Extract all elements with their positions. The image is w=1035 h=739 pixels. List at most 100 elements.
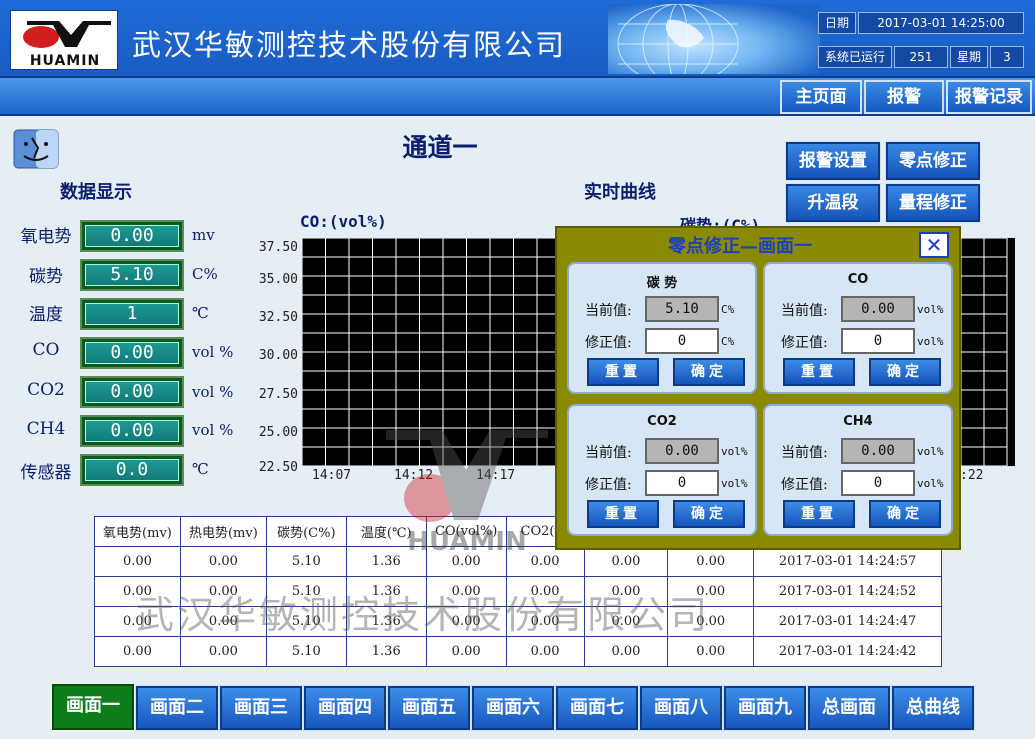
zero-correction-dialog: 零点修正—画面一 ✕ 碳 势 当前值: 5.10 C% 修正值: 0 C% 重置… — [555, 226, 961, 550]
tab-overview[interactable]: 总画面 — [807, 685, 891, 731]
current-value: 0.00 — [841, 438, 915, 464]
tab-all-curves[interactable]: 总曲线 — [891, 685, 975, 731]
weekday-label: 星期 — [950, 46, 988, 68]
panel-title: 碳 势 — [646, 276, 678, 291]
dialog-close-button[interactable]: ✕ — [919, 232, 949, 258]
reset-button[interactable]: 重置 — [587, 500, 659, 528]
confirm-button[interactable]: 确定 — [673, 500, 745, 528]
param-box-co2: 0.00 — [80, 376, 184, 408]
alarm-settings-button[interactable]: 报警设置 — [785, 141, 881, 181]
unit-label: vol% — [917, 477, 944, 490]
reset-button[interactable]: 重置 — [783, 500, 855, 528]
realtime-curve-title: 实时曲线 — [584, 182, 656, 203]
company-name: 武汉华敏测控技术股份有限公司 — [132, 28, 567, 62]
y-tick: 35.00 — [258, 272, 298, 287]
param-box-carbon: 5.10 — [80, 259, 184, 291]
data-display-title: 数据显示 — [60, 182, 132, 203]
table-cell: 2017-03-01 14:24:42 — [753, 636, 942, 667]
unit-label: vol% — [721, 445, 748, 458]
param-label-temperature: 温度 — [29, 305, 63, 325]
x-tick: 14:07 — [312, 468, 352, 483]
table-cell: 0.00 — [179, 546, 267, 577]
tab-screen-4[interactable]: 画面四 — [303, 685, 387, 731]
y-tick: 22.50 — [258, 460, 298, 475]
x-tick: :22 — [960, 468, 984, 483]
param-value-temperature: 1 — [85, 303, 179, 325]
unit-label: C% — [721, 335, 735, 348]
runtime-label: 系统已运行 — [818, 46, 892, 68]
datetime-value: 2017-03-01 14:25:00 — [858, 12, 1024, 34]
tab-screen-5[interactable]: 画面五 — [387, 685, 471, 731]
table-header: 碳势(C%) — [265, 516, 347, 547]
table-cell: 0.00 — [94, 546, 181, 577]
param-label-carbon: 碳势 — [29, 267, 63, 287]
tab-screen-9[interactable]: 画面九 — [723, 685, 807, 731]
param-label-sensor: 传感器 — [20, 463, 72, 483]
zero-correction-button[interactable]: 零点修正 — [885, 141, 981, 181]
y-tick: 37.50 — [258, 240, 298, 255]
carbon-chart-plot — [955, 238, 1015, 466]
table-cell: 0.00 — [94, 636, 181, 667]
chart-co-title: CO:(vol%) — [300, 212, 387, 231]
panel-carbon: 碳 势 当前值: 5.10 C% 修正值: 0 C% 重置 确定 — [567, 262, 757, 394]
correct-label: 修正值: — [585, 477, 632, 493]
range-correction-button[interactable]: 量程修正 — [885, 183, 981, 223]
home-button[interactable]: 主页面 — [780, 80, 862, 114]
tab-screen-8[interactable]: 画面八 — [639, 685, 723, 731]
unit-label: vol% — [721, 477, 748, 490]
huamin-logo-icon — [23, 21, 111, 48]
panel-title: CO — [847, 272, 869, 287]
alarm-record-button[interactable]: 报警记录 — [946, 80, 1032, 114]
param-box-ch4: 0.00 — [80, 415, 184, 447]
panel-ch4: CH4 当前值: 0.00 vol% 修正值: 0 vol% 重置 确定 — [763, 404, 953, 536]
correct-label: 修正值: — [585, 335, 632, 351]
param-value-sensor: 0.0 — [85, 459, 179, 481]
table-cell: 0.00 — [667, 546, 755, 577]
param-label-oxygen: 氧电势 — [20, 227, 72, 247]
param-value-co2: 0.00 — [85, 381, 179, 403]
runtime-value: 251 — [894, 46, 948, 68]
param-box-oxygen: 0.00 — [80, 220, 184, 252]
table-cell: 5.10 — [265, 546, 347, 577]
confirm-button[interactable]: 确定 — [869, 500, 941, 528]
correct-input[interactable]: 0 — [645, 328, 719, 354]
alarm-button[interactable]: 报警 — [864, 80, 944, 114]
unit-label: vol% — [917, 335, 944, 348]
param-box-temperature: 1 — [80, 298, 184, 330]
dialog-title: 零点修正—画面一 — [668, 236, 812, 257]
table-cell: 0.00 — [425, 636, 507, 667]
param-value-oxygen: 0.00 — [85, 225, 179, 247]
table-cell: 1.36 — [345, 636, 427, 667]
correct-input[interactable]: 0 — [645, 470, 719, 496]
table-cell: 2017-03-01 14:24:47 — [753, 606, 942, 637]
current-label: 当前值: — [781, 445, 828, 461]
param-unit-co: vol % — [192, 343, 234, 361]
finder-face-icon — [13, 129, 59, 169]
table-cell: 0.00 — [583, 636, 669, 667]
header-bar: HUAMIN 武汉华敏测控技术股份有限公司 日期 2017-03-01 14:2… — [0, 0, 1035, 78]
tab-screen-7[interactable]: 画面七 — [555, 685, 639, 731]
logo-text: HUAMIN — [29, 53, 101, 69]
current-label: 当前值: — [585, 303, 632, 319]
y-tick: 30.00 — [258, 348, 298, 363]
heat-stage-button[interactable]: 升温段 — [785, 183, 881, 223]
tab-screen-1[interactable]: 画面一 — [50, 682, 136, 732]
current-label: 当前值: — [781, 303, 828, 319]
correct-input[interactable]: 0 — [841, 470, 915, 496]
current-label: 当前值: — [585, 445, 632, 461]
tab-screen-2[interactable]: 画面二 — [135, 685, 219, 731]
param-label-co2: CO2 — [27, 380, 65, 400]
reset-button[interactable]: 重置 — [783, 358, 855, 386]
table-cell: 2017-03-01 14:24:57 — [753, 546, 942, 577]
tab-screen-6[interactable]: 画面六 — [471, 685, 555, 731]
confirm-button[interactable]: 确定 — [869, 358, 941, 386]
confirm-button[interactable]: 确定 — [673, 358, 745, 386]
param-label-co: CO — [32, 340, 60, 360]
reset-button[interactable]: 重置 — [587, 358, 659, 386]
current-value: 0.00 — [645, 438, 719, 464]
tab-screen-3[interactable]: 画面三 — [219, 685, 303, 731]
correct-input[interactable]: 0 — [841, 328, 915, 354]
table-header: 热电势(mv) — [179, 516, 267, 547]
current-value: 0.00 — [841, 296, 915, 322]
param-unit-carbon: C% — [192, 265, 218, 283]
